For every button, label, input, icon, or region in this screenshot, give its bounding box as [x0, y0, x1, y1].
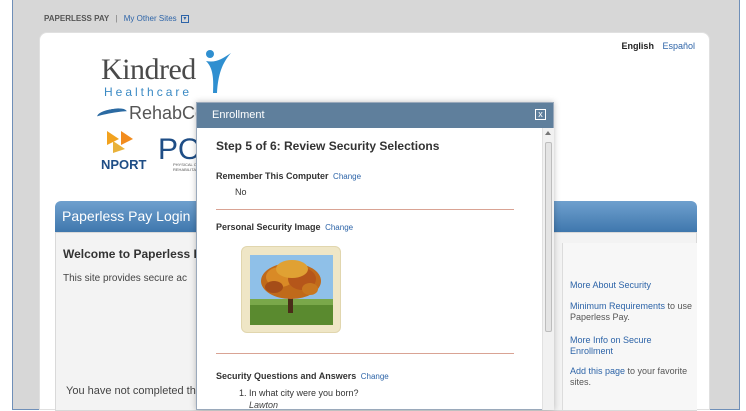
enrollment-modal: Enrollment x Step 5 of 6: Review Securit…: [196, 102, 554, 410]
remember-change-link[interactable]: Change: [333, 172, 361, 181]
my-other-sites-link[interactable]: My Other Sites: [124, 14, 177, 23]
rehabcare-logo-text: RehabCo: [129, 103, 206, 123]
rehabcare-logo: RehabCo: [96, 103, 206, 124]
divider: [216, 353, 514, 354]
remember-computer-title: Remember This Computer: [216, 171, 329, 181]
modal-title: Enrollment: [212, 109, 265, 121]
nport-logo-icon: [107, 131, 133, 153]
add-page-item: Add this page to your favorite sites.: [570, 366, 694, 388]
modal-scrollbar[interactable]: [542, 128, 554, 410]
autumn-tree-image: [250, 255, 333, 325]
modal-titlebar: Enrollment x: [197, 103, 553, 128]
not-completed-text: You have not completed th: [66, 385, 196, 397]
chevron-down-icon[interactable]: ▾: [180, 14, 189, 23]
security-image-title: Personal Security Image: [216, 222, 321, 232]
separator: |: [115, 14, 118, 23]
welcome-heading: Welcome to Paperless P: [63, 247, 202, 261]
language-english[interactable]: English: [621, 41, 654, 51]
remember-computer-value: No: [235, 187, 247, 197]
qa-change-link[interactable]: Change: [361, 372, 389, 381]
language-espanol[interactable]: Español: [662, 41, 695, 51]
step-heading: Step 5 of 6: Review Security Selections: [216, 139, 440, 153]
add-this-page-link[interactable]: Add this page: [570, 366, 625, 376]
security-qa-title: Security Questions and Answers: [216, 371, 357, 381]
brand-label: PAPERLESS PAY: [44, 14, 110, 23]
language-switcher: English Español: [621, 41, 695, 51]
security-image-label: Personal Security Image Change: [216, 222, 353, 232]
security-links-box: More About Security Minimum Requirements…: [562, 243, 697, 410]
top-bar: PAPERLESS PAY | My Other Sites ▾: [44, 14, 189, 23]
site-description: This site provides secure ac: [63, 273, 187, 284]
remember-computer-label: Remember This Computer Change: [216, 171, 361, 181]
rehabcare-swish-icon: [96, 106, 128, 122]
close-icon[interactable]: x: [535, 109, 546, 120]
scrollbar-thumb[interactable]: [545, 142, 552, 332]
security-qa-label: Security Questions and Answers Change: [216, 371, 389, 381]
scroll-up-icon[interactable]: [545, 131, 551, 135]
modal-content: Step 5 of 6: Review Security Selections …: [197, 128, 543, 410]
security-image-frame: [241, 246, 341, 333]
login-title: Paperless Pay Login: [62, 208, 191, 224]
kindred-logo-text: Kindred: [101, 53, 196, 86]
divider: [216, 209, 514, 210]
kindred-figure-icon: [206, 50, 231, 93]
security-answer-1: Lawton: [249, 400, 279, 410]
healthcare-logo-text: Healthcare: [104, 85, 193, 99]
image-change-link[interactable]: Change: [325, 223, 353, 232]
more-about-security-link[interactable]: More About Security: [570, 280, 694, 291]
minimum-requirements-item: Minimum Requirements to use Paperless Pa…: [570, 301, 694, 323]
security-question-1: 1. In what city were you born?: [239, 388, 359, 398]
more-info-secure-enrollment-link[interactable]: More Info on Secure Enrollment: [570, 335, 694, 357]
minimum-requirements-link[interactable]: Minimum Requirements: [570, 301, 665, 311]
nport-logo-text: NPORT: [101, 157, 147, 172]
